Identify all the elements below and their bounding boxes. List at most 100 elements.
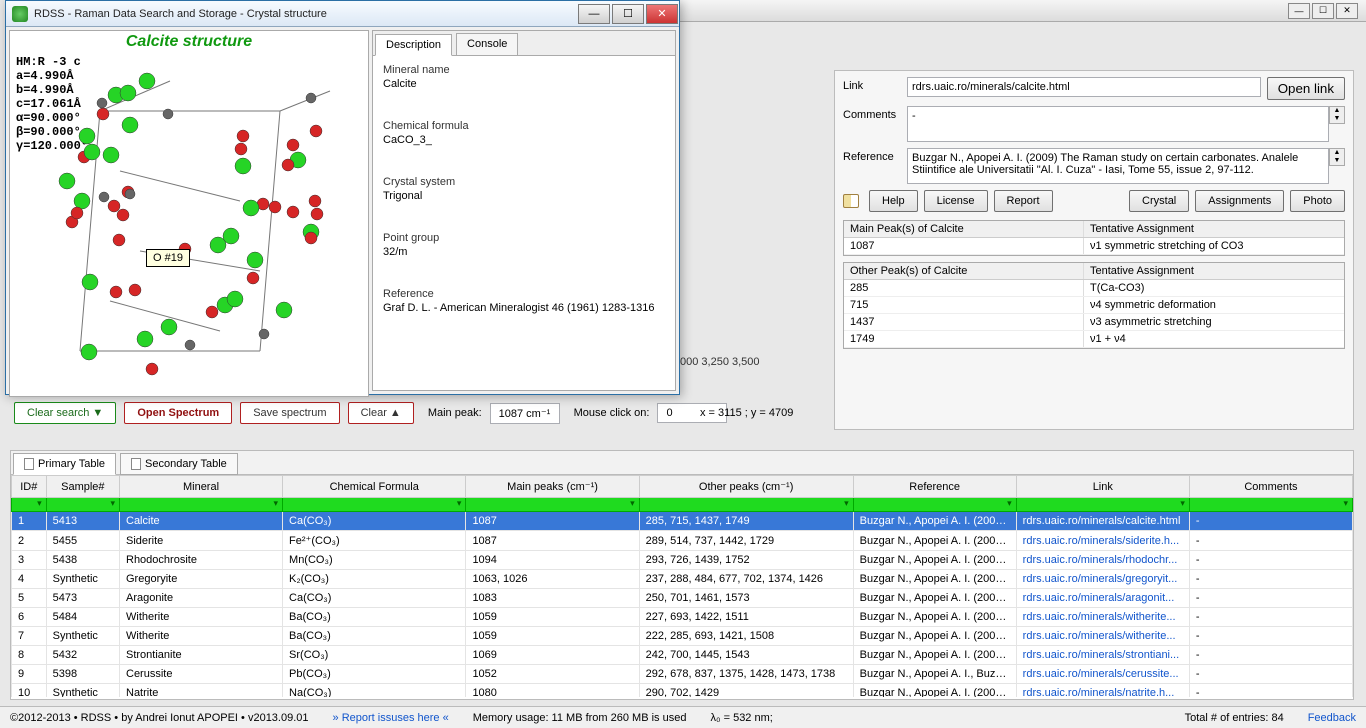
filter-cell[interactable] <box>1189 498 1352 512</box>
doc-icon <box>24 458 34 470</box>
maximize-button[interactable]: ☐ <box>612 4 644 24</box>
app-icon <box>12 6 28 22</box>
tab-primary-table[interactable]: Primary Table <box>13 453 116 475</box>
crystal-button[interactable]: Crystal <box>1129 190 1189 212</box>
comments-scroll[interactable]: ▲▼ <box>1329 106 1345 124</box>
column-header[interactable]: Chemical Formula <box>283 476 466 498</box>
mineral-link[interactable]: rdrs.uaic.ro/minerals/gregoryit... <box>1023 573 1178 585</box>
table-row[interactable]: 15413CalciteCa(CO₃) 1087285, 715, 1437, … <box>12 512 1353 531</box>
reference-field-label: Reference <box>843 148 907 163</box>
memory-usage: Memory usage: 11 MB from 260 MB is used <box>473 712 687 724</box>
outer-max-button[interactable]: ☐ <box>1312 3 1334 19</box>
book-icon <box>843 194 859 208</box>
filter-cell[interactable] <box>639 498 853 512</box>
tab-primary-label: Primary Table <box>38 458 105 470</box>
point-group-label: Point group <box>383 232 665 244</box>
table-row[interactable]: 65484WitheriteBa(CO₃) 1059227, 693, 1422… <box>12 608 1353 627</box>
report-issues-link[interactable]: » Report issuses here « <box>333 712 449 724</box>
mineral-link[interactable]: rdrs.uaic.ro/minerals/witherite... <box>1023 611 1176 623</box>
peak-row[interactable]: 1087ν1 symmetric stretching of CO3 <box>844 238 1344 255</box>
filter-cell[interactable] <box>120 498 283 512</box>
assignments-button[interactable]: Assignments <box>1195 190 1284 212</box>
mineral-link[interactable]: rdrs.uaic.ro/minerals/cerussite... <box>1023 668 1179 680</box>
column-header[interactable]: Main peaks (cm⁻¹) <box>466 476 639 498</box>
mineral-link[interactable]: rdrs.uaic.ro/minerals/calcite.html <box>1023 515 1181 527</box>
filter-cell[interactable] <box>466 498 639 512</box>
crystal-structure-window: RDSS - Raman Data Search and Storage - C… <box>5 0 680 395</box>
filter-cell[interactable] <box>1016 498 1189 512</box>
filter-cell[interactable] <box>12 498 47 512</box>
column-header[interactable]: Other peaks (cm⁻¹) <box>639 476 853 498</box>
title-bar[interactable]: RDSS - Raman Data Search and Storage - C… <box>6 1 679 27</box>
comments-input[interactable]: - <box>907 106 1329 142</box>
main-peak-label: Main peak: <box>428 407 482 419</box>
report-button[interactable]: Report <box>994 190 1053 212</box>
formula-label: Chemical formula <box>383 120 665 132</box>
tab-console[interactable]: Console <box>456 33 518 55</box>
open-link-button[interactable]: Open link <box>1267 77 1345 100</box>
reference-scroll[interactable]: ▲▼ <box>1329 148 1345 166</box>
formula-value: CaCO_3_ <box>383 134 665 146</box>
main-peak-col1: Main Peak(s) of Calcite <box>844 221 1084 237</box>
table-row[interactable]: 95398CerussitePb(CO₃) 1052292, 678, 837,… <box>12 665 1353 684</box>
close-button[interactable]: ✕ <box>646 4 678 24</box>
doc-icon <box>131 458 141 470</box>
minimize-button[interactable]: — <box>578 4 610 24</box>
help-button[interactable]: Help <box>869 190 918 212</box>
column-header[interactable]: Comments <box>1189 476 1352 498</box>
mineral-link[interactable]: rdrs.uaic.ro/minerals/rhodochr... <box>1023 554 1178 566</box>
filter-cell[interactable] <box>46 498 119 512</box>
feedback-link[interactable]: Feedback <box>1308 712 1356 724</box>
table-row[interactable]: 4SyntheticGregoryiteK₂(CO₃) 1063, 102623… <box>12 570 1353 589</box>
tab-description[interactable]: Description <box>375 34 452 56</box>
outer-close-button[interactable]: ✕ <box>1336 3 1358 19</box>
data-table-section: Primary Table Secondary Table ID#Sample#… <box>10 450 1354 700</box>
column-header[interactable]: Mineral <box>120 476 283 498</box>
link-input[interactable] <box>907 77 1261 97</box>
cursor-xy-readout: x = 3115 ; y = 4709 <box>700 407 793 419</box>
column-header[interactable]: Reference <box>853 476 1016 498</box>
mineral-link[interactable]: rdrs.uaic.ro/minerals/aragonit... <box>1023 592 1175 604</box>
mineral-link[interactable]: rdrs.uaic.ro/minerals/siderite.h... <box>1023 535 1180 547</box>
filter-cell[interactable] <box>853 498 1016 512</box>
table-row[interactable]: 7SyntheticWitheriteBa(CO₃) 1059222, 285,… <box>12 627 1353 646</box>
tab-secondary-table[interactable]: Secondary Table <box>120 453 238 475</box>
open-spectrum-button[interactable]: Open Spectrum <box>124 402 232 424</box>
total-entries: Total # of entries: 84 <box>1185 712 1284 724</box>
main-peak-table: Main Peak(s) of Calcite Tentative Assign… <box>843 220 1345 256</box>
table-row[interactable]: 35438RhodochrositeMn(CO₃) 1094293, 726, … <box>12 551 1353 570</box>
photo-button[interactable]: Photo <box>1290 190 1345 212</box>
peak-row[interactable]: 1749ν1 + ν4 <box>844 331 1344 348</box>
table-row[interactable]: 55473AragoniteCa(CO₃) 1083250, 701, 1461… <box>12 589 1353 608</box>
molecule-svg <box>20 71 360 391</box>
main-peak-value[interactable]: 1087 cm⁻¹ <box>490 403 560 424</box>
crystal-system-label: Crystal system <box>383 176 665 188</box>
structure-3d-view[interactable]: Calcite structure HM:R -3 ca=4.990Åb=4.9… <box>9 30 369 397</box>
clear-search-button[interactable]: Clear search ▼ <box>14 402 116 424</box>
license-button[interactable]: License <box>924 190 988 212</box>
other-peak-table: Other Peak(s) of Calcite Tentative Assig… <box>843 262 1345 349</box>
point-group-value: 32/m <box>383 246 665 258</box>
clear-button[interactable]: Clear ▲ <box>348 402 414 424</box>
save-spectrum-button[interactable]: Save spectrum <box>240 402 339 424</box>
peak-row[interactable]: 715ν4 symmetric deformation <box>844 297 1344 314</box>
table-row[interactable]: 10SyntheticNatriteNa(CO₃) 1080290, 702, … <box>12 684 1353 698</box>
peak-row[interactable]: 1437ν3 asymmetric stretching <box>844 314 1344 331</box>
mineral-link[interactable]: rdrs.uaic.ro/minerals/natrite.h... <box>1023 687 1175 697</box>
filter-cell[interactable] <box>283 498 466 512</box>
copyright-text: ©2012-2013 • RDSS • by Andrei Ionut APOP… <box>10 712 309 724</box>
info-panel: Link Open link Comments - ▲▼ Reference B… <box>834 70 1354 430</box>
mineral-link[interactable]: rdrs.uaic.ro/minerals/witherite... <box>1023 630 1176 642</box>
data-grid[interactable]: ID#Sample#MineralChemical FormulaMain pe… <box>11 475 1353 697</box>
column-header[interactable]: Link <box>1016 476 1189 498</box>
mineral-name-value: Calcite <box>383 78 665 90</box>
column-header[interactable]: Sample# <box>46 476 119 498</box>
table-row[interactable]: 85432StrontianiteSr(CO₃) 1069242, 700, 1… <box>12 646 1353 665</box>
mineral-link[interactable]: rdrs.uaic.ro/minerals/strontiani... <box>1023 649 1180 661</box>
outer-min-button[interactable]: — <box>1288 3 1310 19</box>
peak-row[interactable]: 285T(Ca-CO3) <box>844 280 1344 297</box>
table-row[interactable]: 25455SideriteFe²⁺(CO₃) 1087289, 514, 737… <box>12 531 1353 551</box>
column-header[interactable]: ID# <box>12 476 47 498</box>
mineral-name-label: Mineral name <box>383 64 665 76</box>
reference-input[interactable]: Buzgar N., Apopei A. I. (2009) The Raman… <box>907 148 1329 184</box>
